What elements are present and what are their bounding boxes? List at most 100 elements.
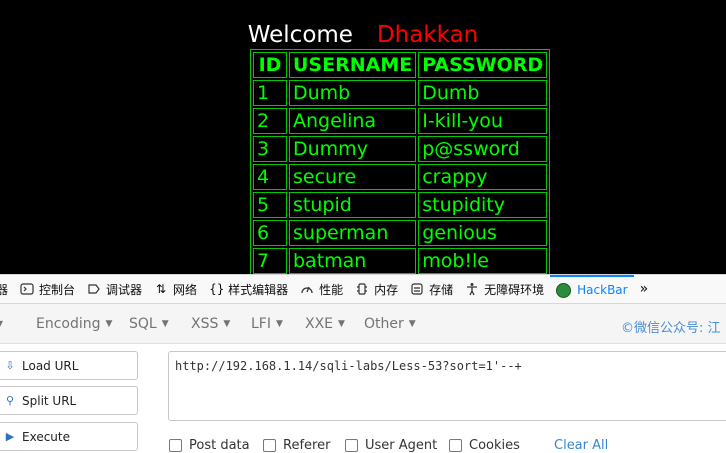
tab-accessibility[interactable]: 无障碍环境 xyxy=(459,275,550,303)
url-textarea[interactable]: http://192.168.1.14/sqli-labs/Less-53?so… xyxy=(168,351,726,421)
split-url-button[interactable]: ⚲ Split URL xyxy=(0,386,138,415)
welcome-banner: Welcome Dhakkan xyxy=(0,20,726,50)
clear-all-link[interactable]: Clear All xyxy=(554,438,608,453)
network-icon: ⇅ xyxy=(156,282,167,296)
memory-icon xyxy=(355,282,369,296)
post-data-checkbox[interactable]: Post data xyxy=(169,438,250,453)
table-row: 5 stupid stupidity xyxy=(253,192,548,218)
cell-password: Dumb xyxy=(418,80,548,106)
table-row: 4 secure crappy xyxy=(253,164,548,190)
load-url-button[interactable]: ⇩ Load URL xyxy=(0,351,138,380)
column-header-id: ID xyxy=(253,52,287,78)
menu-other[interactable]: Other ▼ xyxy=(364,316,416,332)
button-label: Split URL xyxy=(22,393,77,408)
chevron-down-icon: ▼ xyxy=(161,319,169,329)
play-icon: ▶ xyxy=(5,429,15,443)
cell-username: Dumb xyxy=(289,80,417,106)
debugger-icon xyxy=(87,282,101,296)
cell-password: genious xyxy=(418,220,548,246)
checkbox-box xyxy=(169,439,182,452)
hackbar-menu: ▾ Encoding ▼ SQL ▼ XSS ▼ LFI ▼ XXE ▼ Other ▼ ©… xyxy=(0,304,726,344)
hackbar-icon xyxy=(556,282,572,298)
button-label: Execute xyxy=(22,429,70,444)
tab-performance[interactable]: 性能 xyxy=(294,275,349,303)
cell-id: 5 xyxy=(253,192,287,218)
cell-password: stupidity xyxy=(418,192,548,218)
accessibility-icon xyxy=(465,282,479,296)
tab-style-editor[interactable]: {} 样式编辑器 xyxy=(203,275,294,303)
cell-username: batman xyxy=(289,248,417,274)
table-row: 6 superman genious xyxy=(253,220,548,246)
tab-hackbar[interactable]: HackBar xyxy=(550,275,634,303)
cell-id: 6 xyxy=(253,220,287,246)
chevron-down-icon: ▼ xyxy=(223,319,231,329)
performance-icon xyxy=(300,282,314,296)
welcome-text: Welcome xyxy=(247,22,353,48)
wechat-watermark: ©微信公众号: 江 xyxy=(621,321,721,336)
tab-label: 样式编辑器 xyxy=(228,282,289,297)
tab-memory[interactable]: 内存 xyxy=(349,275,404,303)
cell-username: Angelina xyxy=(289,108,417,134)
more-tools-chevron-icon[interactable]: » xyxy=(634,275,655,303)
chevron-down-icon: ▼ xyxy=(408,319,416,329)
chevron-down-icon: ▼ xyxy=(338,319,345,329)
option-label: Cookies xyxy=(469,438,520,453)
menu-label: SQL xyxy=(129,316,157,332)
style-editor-icon: {} xyxy=(209,282,225,296)
table-header-row: ID USERNAME PASSWORD xyxy=(253,52,548,78)
table-row: 2 Angelina I-kill-you xyxy=(253,108,548,134)
menu-sql[interactable]: SQL ▼ xyxy=(129,316,169,332)
tab-network[interactable]: ⇅ 网络 xyxy=(148,275,203,303)
tab-console[interactable]: 控制台 xyxy=(14,275,81,303)
menu-xss[interactable]: XSS ▼ xyxy=(191,316,230,332)
tab-debugger[interactable]: 调试器 xyxy=(81,275,148,303)
user-name: Dhakkan xyxy=(376,22,479,48)
cell-id: 3 xyxy=(253,136,287,162)
menu-label: XXE xyxy=(305,316,334,332)
tab-label: HackBar xyxy=(577,283,628,297)
cell-id: 4 xyxy=(253,164,287,190)
cell-password: mob!le xyxy=(418,248,548,274)
tab-storage[interactable]: 存储 xyxy=(404,275,459,303)
menu-lfi[interactable]: LFI ▼ xyxy=(251,316,283,332)
checkbox-box xyxy=(263,439,276,452)
cell-password: I-kill-you xyxy=(418,108,548,134)
menu-cut-dropdown-icon[interactable]: ▾ xyxy=(0,316,3,332)
option-label: Referer xyxy=(283,438,331,453)
menu-xxe[interactable]: XXE ▼ xyxy=(305,316,345,332)
cell-id: 1 xyxy=(253,80,287,106)
web-page: Welcome Dhakkan ID USERNAME PASSWORD 1 Dum… xyxy=(0,0,726,274)
referer-checkbox[interactable]: Referer xyxy=(263,438,330,453)
button-label: Load URL xyxy=(22,358,79,373)
menu-label: LFI xyxy=(251,316,271,332)
cookies-checkbox[interactable]: Cookies xyxy=(449,438,520,453)
cell-password: p@ssword xyxy=(418,136,548,162)
column-header-username: USERNAME xyxy=(289,52,417,78)
tab-label: 性能 xyxy=(319,282,344,297)
execute-button[interactable]: ▶ Execute xyxy=(0,422,138,451)
cell-id: 7 xyxy=(253,248,287,274)
cell-username: secure xyxy=(289,164,417,190)
storage-icon xyxy=(410,282,424,296)
menu-label: Other xyxy=(364,316,404,332)
tab-label: 控制台 xyxy=(39,282,76,297)
option-label: User Agent xyxy=(365,438,438,453)
cell-id: 2 xyxy=(253,108,287,134)
tab-label: 存储 xyxy=(429,282,454,297)
tab-label: 网络 xyxy=(173,282,198,297)
load-icon: ⇩ xyxy=(5,358,15,372)
menu-encoding[interactable]: Encoding ▼ xyxy=(36,316,112,332)
chevron-down-icon: ▼ xyxy=(105,319,113,329)
user-agent-checkbox[interactable]: User Agent xyxy=(345,438,437,453)
split-icon: ⚲ xyxy=(5,393,15,407)
menu-label: XSS xyxy=(191,316,219,332)
tab-inspector[interactable]: 器 xyxy=(0,275,14,303)
table-row: 3 Dummy p@ssword xyxy=(253,136,548,162)
option-label: Post data xyxy=(189,438,250,453)
cell-username: stupid xyxy=(289,192,417,218)
chevron-down-icon: ▼ xyxy=(275,319,283,329)
table-row: 1 Dumb Dumb xyxy=(253,80,548,106)
menu-label: Encoding xyxy=(36,316,101,332)
cell-password: crappy xyxy=(418,164,548,190)
console-icon xyxy=(20,282,34,296)
